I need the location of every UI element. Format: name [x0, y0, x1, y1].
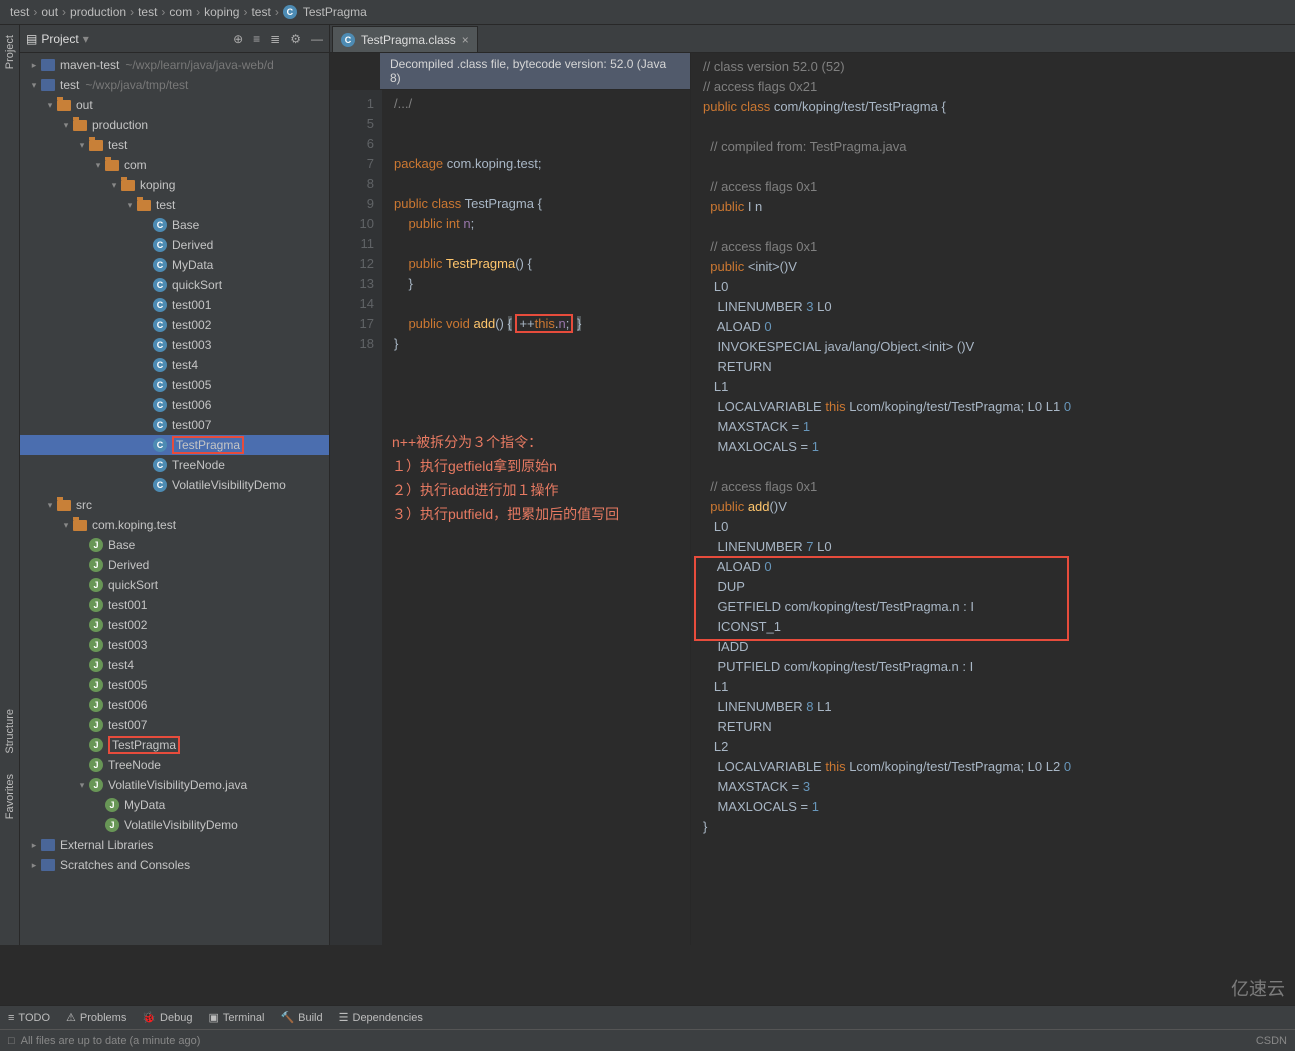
decompiled-editor[interactable]: Decompiled .class file, bytecode version… — [330, 53, 690, 945]
collapse-icon[interactable]: ≣ — [270, 32, 280, 46]
editor-area: TestPragma.class × Decompiled .class fil… — [330, 25, 1295, 945]
tree-item[interactable]: ▾out — [20, 95, 329, 115]
bc-item[interactable]: test — [10, 5, 29, 19]
build-button[interactable]: 🔨 Build — [280, 1011, 322, 1024]
bc-item[interactable]: koping — [204, 5, 239, 19]
tab-label: TestPragma.class — [361, 33, 456, 47]
locate-icon[interactable]: ⊕ — [233, 32, 243, 46]
tree-item[interactable]: TestPragma — [20, 435, 329, 455]
tree-item[interactable]: test001 — [20, 295, 329, 315]
tree-item[interactable]: test007 — [20, 715, 329, 735]
tree-item[interactable]: VolatileVisibilityDemo — [20, 815, 329, 835]
status-message: All files are up to date (a minute ago) — [21, 1035, 201, 1047]
project-tool-button[interactable]: Project — [4, 35, 16, 69]
tree-item[interactable]: test005 — [20, 375, 329, 395]
close-icon[interactable]: × — [462, 33, 469, 47]
bc-item[interactable]: test — [138, 5, 157, 19]
tree-item[interactable]: MyData — [20, 255, 329, 275]
todo-button[interactable]: ≡ TODO — [8, 1012, 50, 1024]
tree-item[interactable]: ▾src — [20, 495, 329, 515]
watermark: 亿速云 — [1231, 975, 1285, 1001]
tree-item[interactable]: ▸maven-test~/wxp/learn/java/java-web/d — [20, 55, 329, 75]
tree-item[interactable]: Derived — [20, 235, 329, 255]
bc-item[interactable]: test — [251, 5, 270, 19]
tree-item[interactable]: ▾VolatileVisibilityDemo.java — [20, 775, 329, 795]
annotation-overlay: n++被拆分为３个指令： １）执行getfield拿到原始n ２）执行iadd进… — [392, 430, 619, 526]
status-icon: □ — [8, 1035, 15, 1047]
tree-item[interactable]: Derived — [20, 555, 329, 575]
tree-item[interactable]: test002 — [20, 315, 329, 335]
tree-item[interactable]: test002 — [20, 615, 329, 635]
bc-item[interactable]: out — [41, 5, 58, 19]
tree-item[interactable]: TreeNode — [20, 455, 329, 475]
gear-icon[interactable]: ⚙ — [290, 32, 301, 46]
source-code[interactable]: /.../ package com.koping.test; public cl… — [382, 90, 690, 945]
line-gutter: 15678910111213141718 — [330, 90, 382, 945]
class-icon — [341, 33, 355, 47]
terminal-button[interactable]: ▣ Terminal — [208, 1011, 264, 1024]
tree-item[interactable]: ▾production — [20, 115, 329, 135]
csdn-label: CSDN — [1256, 1035, 1287, 1047]
tree-item[interactable]: quickSort — [20, 575, 329, 595]
tree-item[interactable]: MyData — [20, 795, 329, 815]
sidebar-header: ▤ Project ▾ ⊕ ≡ ≣ ⚙ — — [20, 25, 329, 53]
tree-item[interactable]: test005 — [20, 675, 329, 695]
dependencies-button[interactable]: ☰ Dependencies — [339, 1011, 423, 1024]
tree-item[interactable]: VolatileVisibilityDemo — [20, 475, 329, 495]
tree-item[interactable]: ▾koping — [20, 175, 329, 195]
tree-item[interactable]: ▾com — [20, 155, 329, 175]
tree-item[interactable]: ▾test — [20, 135, 329, 155]
bc-item[interactable]: com — [169, 5, 192, 19]
tree-item[interactable]: ▾com.koping.test — [20, 515, 329, 535]
bc-item[interactable]: production — [70, 5, 126, 19]
tree-item[interactable]: test003 — [20, 335, 329, 355]
tree-item[interactable]: Base — [20, 215, 329, 235]
sidebar-title: Project — [41, 32, 78, 46]
breadcrumb: test› out› production› test› com› koping… — [0, 0, 1295, 25]
editor-tabs: TestPragma.class × — [330, 25, 1295, 53]
project-tree[interactable]: ▸maven-test~/wxp/learn/java/java-web/d▾t… — [20, 53, 329, 945]
tree-item[interactable]: Base — [20, 535, 329, 555]
expand-icon[interactable]: ≡ — [253, 32, 260, 46]
decompiled-banner: Decompiled .class file, bytecode version… — [380, 53, 690, 90]
project-sidebar: ▤ Project ▾ ⊕ ≡ ≣ ⚙ — ▸maven-test~/wxp/l… — [20, 25, 330, 945]
dropdown-icon[interactable]: ▾ — [83, 32, 89, 46]
tree-item[interactable]: ▾test~/wxp/java/tmp/test — [20, 75, 329, 95]
tab-testpragma[interactable]: TestPragma.class × — [332, 26, 478, 52]
tree-item[interactable]: TestPragma — [20, 735, 329, 755]
project-icon: ▤ — [26, 32, 37, 46]
tree-item[interactable]: test003 — [20, 635, 329, 655]
tree-item[interactable]: test4 — [20, 355, 329, 375]
class-icon — [283, 5, 297, 19]
tree-item[interactable]: ▾test — [20, 195, 329, 215]
bottom-tool-bar: ≡ TODO ⚠ Problems 🐞 Debug ▣ Terminal 🔨 B… — [0, 1005, 1295, 1029]
favorites-tool-button[interactable]: Favorites — [4, 774, 16, 819]
bytecode-view[interactable]: // class version 52.0 (52) // access fla… — [691, 53, 1295, 945]
problems-button[interactable]: ⚠ Problems — [66, 1011, 126, 1024]
tree-item[interactable]: test4 — [20, 655, 329, 675]
hide-icon[interactable]: — — [311, 32, 323, 46]
bc-item[interactable]: TestPragma — [303, 5, 367, 19]
tree-item[interactable]: ▸Scratches and Consoles — [20, 855, 329, 875]
tree-item[interactable]: test006 — [20, 695, 329, 715]
tool-window-bar: Project Structure Favorites — [0, 25, 20, 945]
tree-item[interactable]: TreeNode — [20, 755, 329, 775]
tree-item[interactable]: test001 — [20, 595, 329, 615]
tree-item[interactable]: test006 — [20, 395, 329, 415]
bytecode-editor[interactable]: // class version 52.0 (52) // access fla… — [690, 53, 1295, 945]
tree-item[interactable]: quickSort — [20, 275, 329, 295]
debug-button[interactable]: 🐞 Debug — [142, 1011, 192, 1024]
status-bar: □ All files are up to date (a minute ago… — [0, 1029, 1295, 1051]
structure-tool-button[interactable]: Structure — [4, 709, 16, 754]
tree-item[interactable]: ▸External Libraries — [20, 835, 329, 855]
tree-item[interactable]: test007 — [20, 415, 329, 435]
